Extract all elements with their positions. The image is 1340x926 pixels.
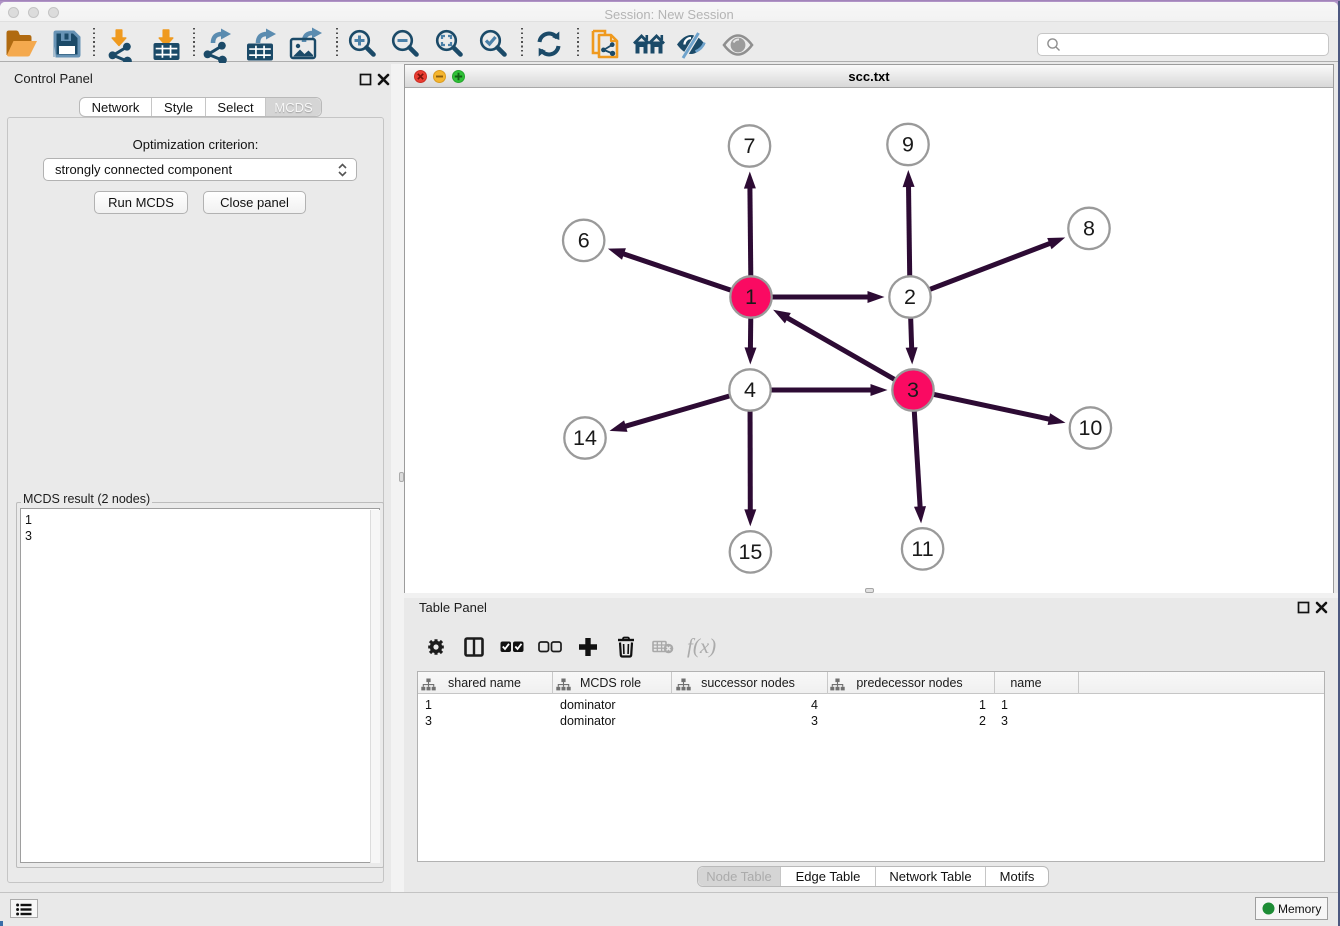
svg-text:4: 4 <box>744 378 756 402</box>
svg-text:7: 7 <box>744 134 756 158</box>
svg-text:10: 10 <box>1078 416 1102 440</box>
svg-text:11: 11 <box>911 537 933 561</box>
svg-text:15: 15 <box>738 540 762 564</box>
svg-text:8: 8 <box>1083 217 1095 241</box>
svg-text:1: 1 <box>745 285 757 309</box>
svg-text:3: 3 <box>907 378 919 402</box>
svg-text:14: 14 <box>573 426 597 450</box>
svg-text:6: 6 <box>578 229 590 253</box>
svg-text:9: 9 <box>902 133 914 157</box>
svg-text:2: 2 <box>904 285 916 309</box>
